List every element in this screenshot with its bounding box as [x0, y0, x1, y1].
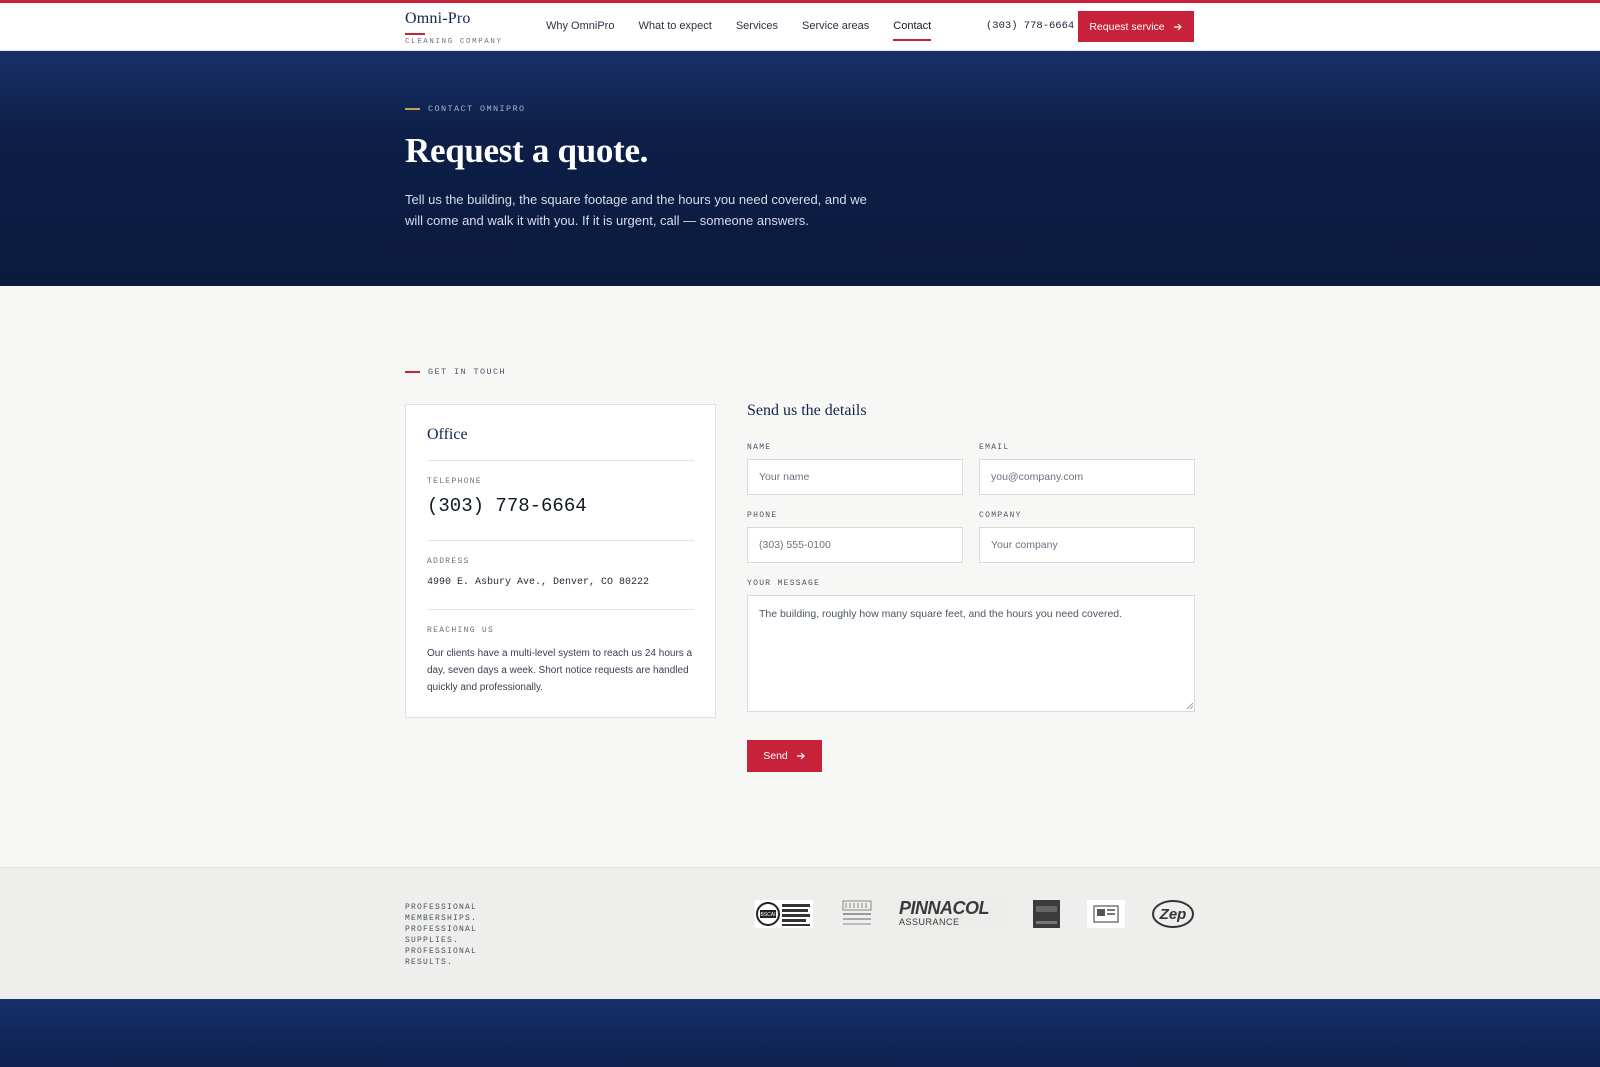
section-eyebrow-text: GET IN TOUCH [428, 367, 507, 377]
request-service-label: Request service [1089, 20, 1165, 33]
reaching-text: Our clients have a multi-level system to… [427, 648, 693, 693]
message-label: YOUR MESSAGE [747, 579, 821, 588]
reaching-label: REACHING US [427, 626, 495, 635]
nav-item-service-areas[interactable]: Service areas [802, 3, 869, 51]
name-input[interactable] [747, 459, 963, 495]
nav-item-services[interactable]: Services [736, 3, 778, 51]
eyebrow-dash [405, 371, 420, 373]
memberships-text: PROFESSIONAL MEMBERSHIPS. PROFESSIONAL S… [405, 903, 478, 967]
company-input[interactable] [979, 527, 1195, 563]
phone-label: PHONE [747, 511, 778, 520]
nav-item-contact[interactable]: Contact [893, 3, 931, 51]
brand-underline [405, 33, 425, 35]
office-address: 4990 E. Asbury Ave., Denver, CO 80222 [427, 577, 650, 588]
nav-item-why-omnipro[interactable]: Why OmniPro [546, 3, 614, 51]
message-textarea[interactable] [747, 595, 1195, 712]
zep-logo: Zep [1151, 900, 1195, 928]
address-label: ADDRESS [427, 557, 470, 566]
office-telephone-block: TELEPHONE (303) 778-6664 [427, 461, 694, 541]
nav-item-what-to-expect[interactable]: What to expect [638, 3, 711, 51]
send-label: Send [763, 750, 788, 762]
hero-eyebrow-text: CONTACT OMNIPRO [428, 104, 526, 114]
company-label: COMPANY [979, 511, 1022, 520]
brand-logo[interactable]: Omni-Pro CLEANING COMPANY [405, 10, 503, 46]
page-title: Request a quote. [405, 131, 649, 170]
site-footer [0, 999, 1600, 1067]
email-input[interactable] [979, 459, 1195, 495]
eyebrow-dash [405, 108, 420, 110]
telephone-label: TELEPHONE [427, 477, 482, 486]
memberships-band: PROFESSIONAL MEMBERSHIPS. PROFESSIONAL S… [0, 867, 1600, 999]
office-address-block: ADDRESS 4990 E. Asbury Ave., Denver, CO … [427, 541, 694, 610]
brand-tagline: CLEANING COMPANY [405, 38, 503, 46]
svg-text:PINNACOL: PINNACOL [899, 898, 989, 918]
brand-name: Omni-Pro [405, 10, 471, 27]
hero-description: Tell us the building, the square footage… [405, 192, 867, 228]
hillyard-logo [1033, 900, 1060, 928]
office-title: Office [427, 405, 694, 461]
name-label: NAME [747, 443, 772, 452]
header-phone-link[interactable]: (303) 778-6664 [986, 3, 1074, 49]
svg-text:ASSURANCE: ASSURANCE [899, 917, 960, 927]
office-telephone[interactable]: (303) 778-6664 [427, 495, 694, 517]
main-nav: Why OmniPro What to expect Services Serv… [546, 3, 955, 51]
email-label: EMAIL [979, 443, 1010, 452]
site-header: Omni-Pro CLEANING COMPANY Why OmniPro Wh… [0, 3, 1600, 51]
svg-text:BSCAI: BSCAI [760, 912, 775, 918]
colorado-restaurant-association-logo [840, 900, 874, 928]
hero-section: CONTACT OMNIPRO Request a quote. Tell us… [0, 51, 1600, 286]
section-eyebrow: GET IN TOUCH [405, 367, 506, 377]
pinnacol-assurance-logo: PINNACOL ASSURANCE [897, 898, 1007, 928]
badge-logo [1087, 900, 1125, 928]
arrow-right-icon [796, 752, 805, 760]
office-card: Office TELEPHONE (303) 778-6664 ADDRESS … [405, 404, 716, 718]
resize-grip-icon[interactable] [1186, 702, 1194, 710]
bsci-logo: BSCAI [755, 900, 813, 928]
form-title: Send us the details [747, 402, 867, 419]
hero-eyebrow: CONTACT OMNIPRO [405, 104, 526, 114]
arrow-right-icon [1173, 23, 1182, 30]
send-button[interactable]: Send [747, 740, 822, 772]
request-service-button[interactable]: Request service [1078, 11, 1194, 42]
office-reaching-block: REACHING US Our clients have a multi-lev… [427, 610, 694, 696]
svg-text:Zep: Zep [1159, 906, 1187, 923]
phone-input[interactable] [747, 527, 963, 563]
